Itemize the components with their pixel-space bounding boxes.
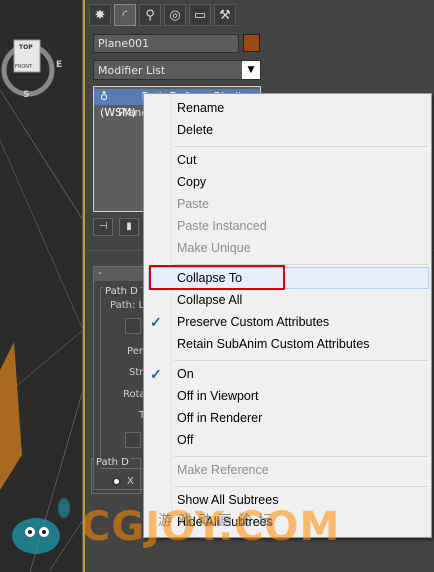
pin-stack-icon[interactable]: ⊣ [93, 218, 113, 236]
menu-item-on[interactable]: On [177, 364, 194, 384]
pick-path-button[interactable] [125, 318, 141, 334]
object-name-field[interactable]: Plane001 [93, 34, 239, 53]
viewport-scene [0, 39, 82, 572]
viewcube-front-label[interactable]: FRONT [15, 64, 32, 70]
modify-tab-icon[interactable]: ◜ [114, 4, 136, 26]
menu-item-retain-subanim-custom-attributes[interactable]: Retain SubAnim Custom Attributes [177, 334, 369, 354]
menu-item-off-in-renderer[interactable]: Off in Renderer [177, 408, 262, 428]
menu-item-copy[interactable]: Copy [177, 172, 206, 192]
lightbulb-icon[interactable]: ♁ [100, 90, 108, 103]
move-to-path-button[interactable] [125, 432, 141, 448]
menu-item-paste: Paste [177, 197, 209, 211]
utilities-tab-icon[interactable]: ⚒ [214, 4, 236, 26]
annotation-highlight-box [149, 265, 285, 290]
menu-item-make-reference: Make Reference [177, 463, 269, 477]
hierarchy-tab-icon[interactable]: ⚲ [139, 4, 161, 26]
context-menu: Rename Delete Cut Copy Paste Paste Insta… [143, 93, 432, 538]
compass-s-label: S [23, 90, 30, 100]
menu-item-off-in-viewport[interactable]: Off in Viewport [177, 386, 259, 406]
command-panel-tabs: ✸ ◜ ⚲ ◎ ▭ ⚒ [89, 4, 236, 28]
viewport[interactable]: TOP FRONT S E [0, 0, 83, 572]
axis-x-label: X [127, 476, 134, 487]
display-tab-icon[interactable]: ▭ [189, 4, 211, 26]
compass-e-label: E [56, 60, 63, 70]
menu-separator [174, 146, 428, 147]
motion-tab-icon[interactable]: ◎ [164, 4, 186, 26]
group-label: Path D [94, 457, 131, 468]
menu-item-show-all-subtrees[interactable]: Show All Subtrees [177, 490, 278, 510]
chevron-down-icon[interactable]: ▼ [242, 61, 260, 79]
percent-label: Per [127, 346, 143, 357]
show-end-result-icon[interactable]: ▮ [119, 218, 139, 236]
modifier-list-label: Modifier List [98, 64, 166, 77]
checkmark-icon: ✓ [150, 314, 162, 330]
viewcube-top-label[interactable]: TOP [19, 44, 33, 51]
menu-item-paste-instanced: Paste Instanced [177, 219, 267, 233]
stretch-label: Str [129, 367, 144, 378]
menu-item-off[interactable]: Off [177, 430, 193, 450]
menu-separator [174, 360, 428, 361]
menu-item-collapse-all[interactable]: Collapse All [177, 290, 242, 310]
modifier-list-dropdown[interactable]: Modifier List ▼ [93, 60, 261, 80]
app-window: TOP FRONT S E ✸ ◜ ⚲ ◎ ▭ ⚒ Plane001 Modif… [0, 0, 434, 572]
group-label: Path D [103, 286, 140, 297]
menu-item-cut[interactable]: Cut [177, 150, 196, 170]
menu-separator [174, 486, 428, 487]
menu-separator [174, 456, 428, 457]
menu-item-delete[interactable]: Delete [177, 120, 213, 140]
stack-toolbar: ⊣ ▮ [93, 218, 139, 238]
menu-item-preserve-custom-attributes[interactable]: Preserve Custom Attributes [177, 312, 329, 332]
menu-item-rename[interactable]: Rename [177, 98, 224, 118]
object-color-swatch[interactable] [243, 34, 260, 52]
menu-item-make-unique: Make Unique [177, 241, 251, 255]
checkmark-icon: ✓ [150, 366, 162, 382]
axis-x-radio[interactable] [112, 477, 121, 486]
path-label: Path: L [110, 300, 145, 311]
create-tab-icon[interactable]: ✸ [89, 4, 111, 26]
menu-item-hide-all-subtrees[interactable]: Hide All Subtrees [177, 512, 273, 532]
